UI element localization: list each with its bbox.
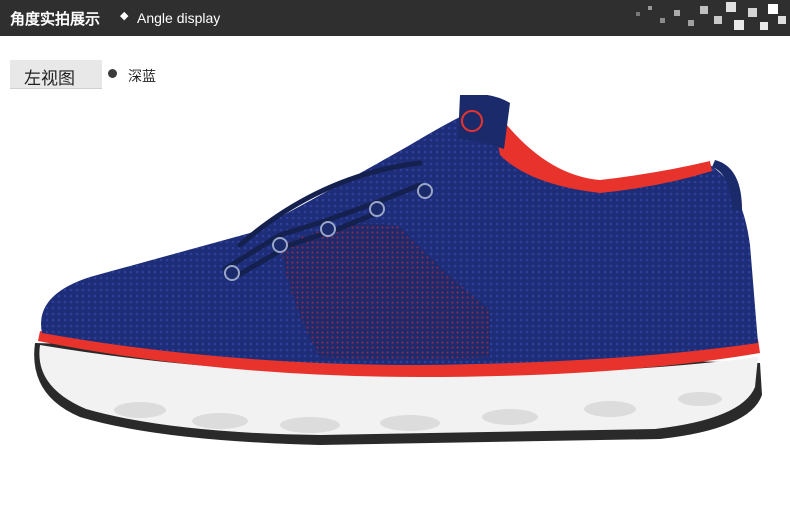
section-header: 角度实拍展示 ◆ Angle display bbox=[0, 0, 790, 36]
pixel-mosaic-icon bbox=[630, 0, 790, 36]
bullet-dot-icon bbox=[108, 69, 117, 78]
diamond-icon: ◆ bbox=[120, 9, 129, 22]
shoe-product-image bbox=[34, 95, 762, 445]
left-view-label: 左视图 bbox=[24, 69, 75, 89]
section-title: 角度实拍展示 bbox=[10, 10, 101, 28]
section-subtitle: Angle display bbox=[137, 10, 221, 26]
color-name: 深蓝 bbox=[128, 69, 156, 85]
left-view-tab: 左视图 bbox=[10, 60, 102, 89]
